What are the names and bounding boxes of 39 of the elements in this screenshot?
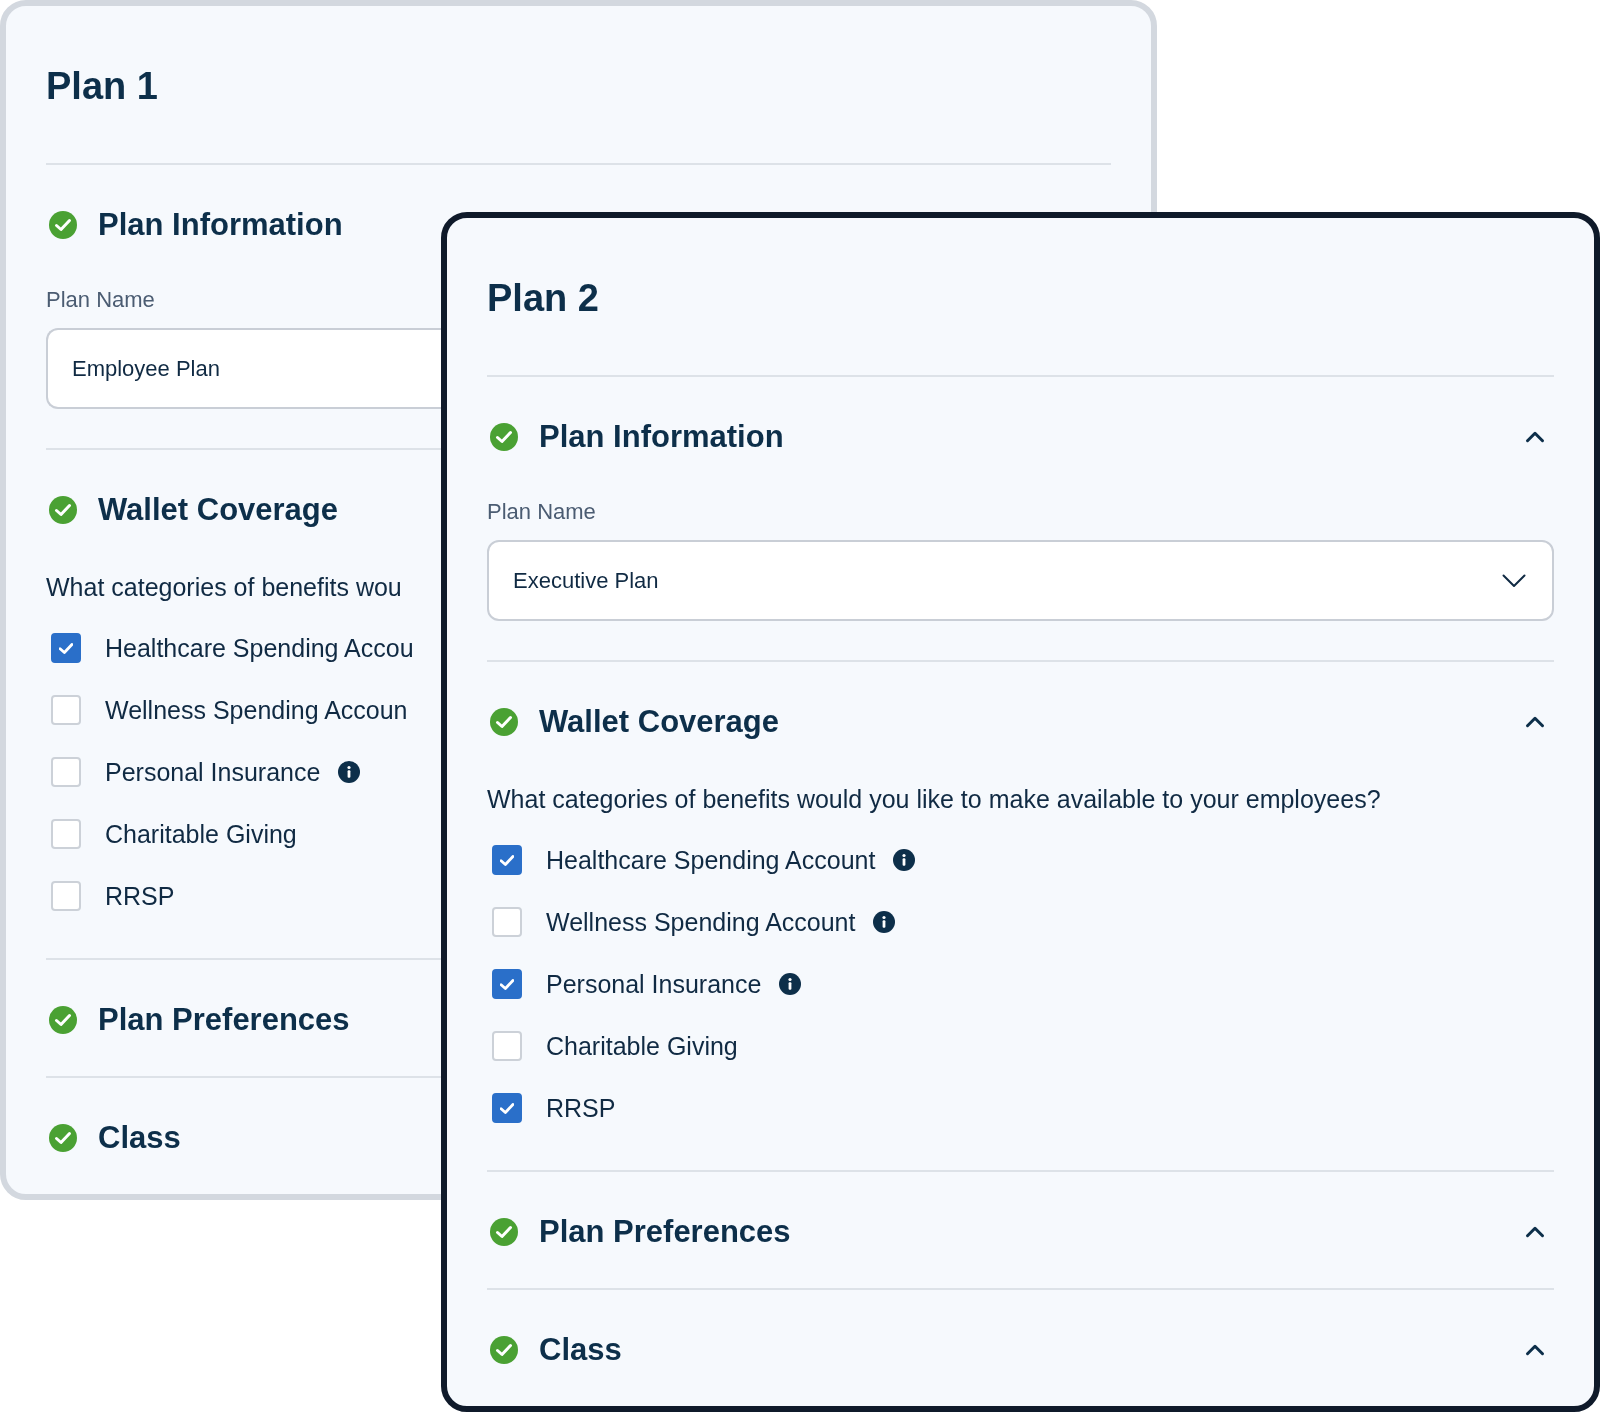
- info-icon[interactable]: [779, 973, 802, 995]
- option-label: Charitable Giving: [105, 819, 297, 849]
- checkmark-icon: [500, 854, 514, 866]
- section-heading: Wallet Coverage: [98, 492, 339, 528]
- checkbox[interactable]: [492, 1093, 522, 1123]
- checkmark-icon: [500, 1102, 514, 1114]
- checkmark-icon: [500, 978, 514, 990]
- section-heading: Class: [98, 1120, 181, 1156]
- option-label: Personal Insurance: [546, 969, 762, 999]
- card-title: Plan 2: [487, 277, 599, 319]
- card-title: Plan 1: [46, 65, 158, 107]
- info-icon[interactable]: [893, 849, 916, 871]
- section-heading: Wallet Coverage: [539, 704, 780, 740]
- option-label: Wellness Spending Accoun: [105, 695, 408, 725]
- info-icon[interactable]: [338, 761, 361, 783]
- section-heading: Plan Information: [98, 207, 343, 243]
- section-heading: Plan Preferences: [98, 1002, 350, 1038]
- chevron-down-icon: [1502, 573, 1526, 588]
- question-text: What categories of benefits would you like to make available to your employees?: [487, 784, 1381, 814]
- option-label: RRSP: [105, 881, 175, 911]
- option-label: Healthcare Spending Account: [546, 845, 876, 875]
- checkmark-icon: [59, 642, 73, 654]
- plan-name-select[interactable]: Executive Plan: [487, 540, 1554, 621]
- checkbox[interactable]: [492, 969, 522, 999]
- section-heading: Plan Information: [539, 419, 784, 455]
- checkbox[interactable]: [492, 845, 522, 875]
- section-heading: Class: [539, 1332, 622, 1368]
- info-icon[interactable]: [873, 911, 896, 933]
- option-label: Personal Insurance: [105, 757, 321, 787]
- section-heading: Plan Preferences: [539, 1214, 791, 1250]
- option-label: Wellness Spending Account: [546, 907, 856, 937]
- question-text: What categories of benefits wou: [46, 572, 402, 602]
- option-label: Charitable Giving: [546, 1031, 738, 1061]
- option-label: RRSP: [546, 1093, 616, 1123]
- field-label: Plan Name: [46, 286, 155, 314]
- checkbox[interactable]: [51, 633, 81, 663]
- plan-name-field[interactable]: Employee Plan: [46, 328, 441, 409]
- field-label: Plan Name: [487, 498, 596, 526]
- option-label: Healthcare Spending Accou: [105, 633, 414, 663]
